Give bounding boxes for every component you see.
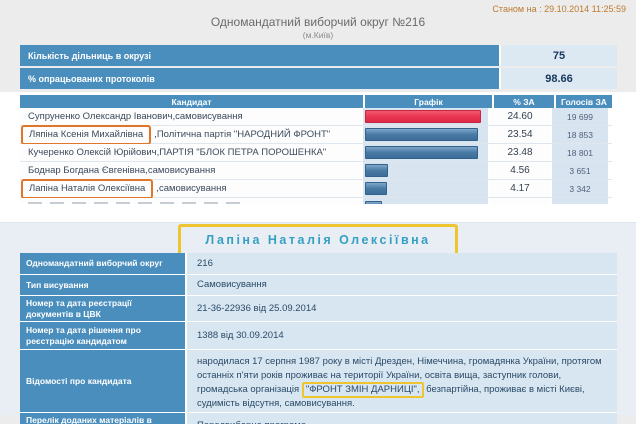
percent-value: 23.54: [490, 126, 552, 143]
result-bar: [365, 182, 387, 195]
protocols-label: % опрацьованих протоколів: [20, 68, 501, 89]
table-row: Номер та дата рішення про реєстрацію кан…: [20, 322, 617, 351]
column-header-candidate: Кандидат: [20, 95, 365, 108]
table-row-bio: Відомості про кандидата народилася 17 се…: [20, 350, 617, 414]
table-row: Супруненко Олександр Іванович , самовису…: [20, 108, 612, 126]
clipped-text: [28, 202, 248, 204]
table-row: Номер та дата реєстрації документів в ЦВ…: [20, 296, 617, 323]
column-header-votes: Голосів ЗА: [556, 95, 612, 108]
district-stats-table: Кількість дільниць в окрузі 75 % опрацьо…: [20, 45, 617, 91]
page-subtitle: (м.Київ): [302, 30, 334, 40]
candidate-detail-table: Одномандатний виборчий округ 216 Тип вис…: [20, 253, 617, 424]
percent-value: 23.48: [490, 144, 552, 161]
candidate-affiliation: самовисування: [147, 165, 216, 176]
result-bar: [365, 164, 388, 177]
stats-row-precincts: Кількість дільниць в окрузі 75: [20, 45, 617, 66]
votes-value: 3 342: [552, 180, 608, 197]
candidate-name: Ляпіна Ксенія Михайлівна: [29, 128, 144, 140]
percent-value: 4.56: [490, 162, 552, 179]
detail-value: 1388 від 30.09.2014: [187, 322, 617, 350]
detail-label: Перелік доданих матеріалів в електронном…: [20, 413, 187, 424]
table-row: Тип висування Самовисування: [20, 275, 617, 296]
orange-highlight-box: Лапіна Наталія Олексіївна: [21, 178, 154, 199]
result-bar: [365, 128, 478, 141]
candidate-affiliation: ПАРТІЯ "БЛОК ПЕТРА ПОРОШЕНКА": [159, 147, 327, 158]
detail-value: 21-36-22936 від 25.09.2014: [187, 296, 617, 322]
detail-label: Відомості про кандидата: [20, 350, 187, 413]
precincts-value: 75: [501, 45, 617, 66]
stats-row-protocols: % опрацьованих протоколів 98.66: [20, 68, 617, 89]
candidates-table-header: Кандидат Графік % ЗА Голосів ЗА: [20, 95, 612, 108]
percent-value: 4.17: [490, 180, 552, 197]
result-bar: [365, 146, 478, 159]
candidate-name: Супруненко Олександр Іванович: [28, 111, 173, 122]
table-row: Одномандатний виборчий округ 216: [20, 253, 617, 275]
table-row: Лапіна Наталія Олексіївна , самовисуванн…: [20, 178, 612, 199]
detail-label: Номер та дата реєстрації документів в ЦВ…: [20, 296, 187, 322]
status-timestamp: Станом на : 29.10.2014 11:25:59: [492, 4, 626, 14]
precincts-label: Кількість дільниць в окрузі: [20, 45, 501, 66]
orange-highlight-box: Ляпіна Ксенія Михайлівна: [21, 124, 152, 145]
detail-label: Одномандатний виборчий округ: [20, 253, 187, 274]
detail-label: Тип висування: [20, 275, 187, 295]
detail-label: Номер та дата рішення про реєстрацію кан…: [20, 322, 187, 350]
page-title: Одномандатний виборчий округ №216: [210, 15, 426, 29]
votes-value: 18 801: [552, 144, 608, 161]
votes-value: 3 651: [552, 162, 608, 179]
percent-value: 24.60: [490, 108, 552, 125]
column-header-percent: % ЗА: [494, 95, 556, 108]
table-row: Ляпіна Ксенія Михайлівна , Політична пар…: [20, 124, 612, 145]
votes-value: 18 853: [552, 126, 608, 143]
election-program-link[interactable]: Передвиборна програма: [187, 413, 617, 424]
table-row: Перелік доданих матеріалів в електронном…: [20, 413, 617, 424]
result-bar: [365, 110, 482, 123]
protocols-value: 98.66: [501, 68, 617, 89]
table-row: Кучеренко Олексій Юрійович , ПАРТІЯ "БЛО…: [20, 144, 612, 162]
table-row: Боднар Богдана Євгенівна , самовисування…: [20, 162, 612, 180]
yellow-highlight-box: "ФРОНТ ЗМІН ДАРНИЦІ",: [301, 381, 424, 398]
candidate-affiliation: самовисування: [175, 111, 243, 122]
candidate-detail-title: Лапіна Наталія Олексіївна: [205, 233, 431, 247]
candidate-affiliation: самовисування: [158, 183, 227, 194]
detail-value: Самовисування: [187, 275, 617, 295]
candidate-affiliation: Політична партія "НАРОДНИЙ ФРОНТ": [156, 129, 331, 140]
cvk-election-page: Станом на : 29.10.2014 11:25:59 Одноманд…: [0, 0, 636, 424]
cropped-table-row: [20, 198, 612, 204]
bio-highlighted-text: "ФРОНТ ЗМІН ДАРНИЦІ",: [305, 383, 420, 395]
candidate-name: Боднар Богдана Євгенівна: [28, 165, 146, 176]
candidate-name: Лапіна Наталія Олексіївна: [29, 182, 146, 194]
candidate-name: Кучеренко Олексій Юрійович: [28, 147, 157, 158]
votes-value: 19 699: [552, 108, 608, 125]
result-bar: [365, 201, 382, 204]
detail-value: 216: [187, 253, 617, 274]
candidates-table: Кандидат Графік % ЗА Голосів ЗА Супрунен…: [20, 95, 612, 204]
candidate-bio: народилася 17 серпня 1987 року в місті Д…: [187, 350, 617, 413]
column-header-graph: Графік: [365, 95, 494, 108]
